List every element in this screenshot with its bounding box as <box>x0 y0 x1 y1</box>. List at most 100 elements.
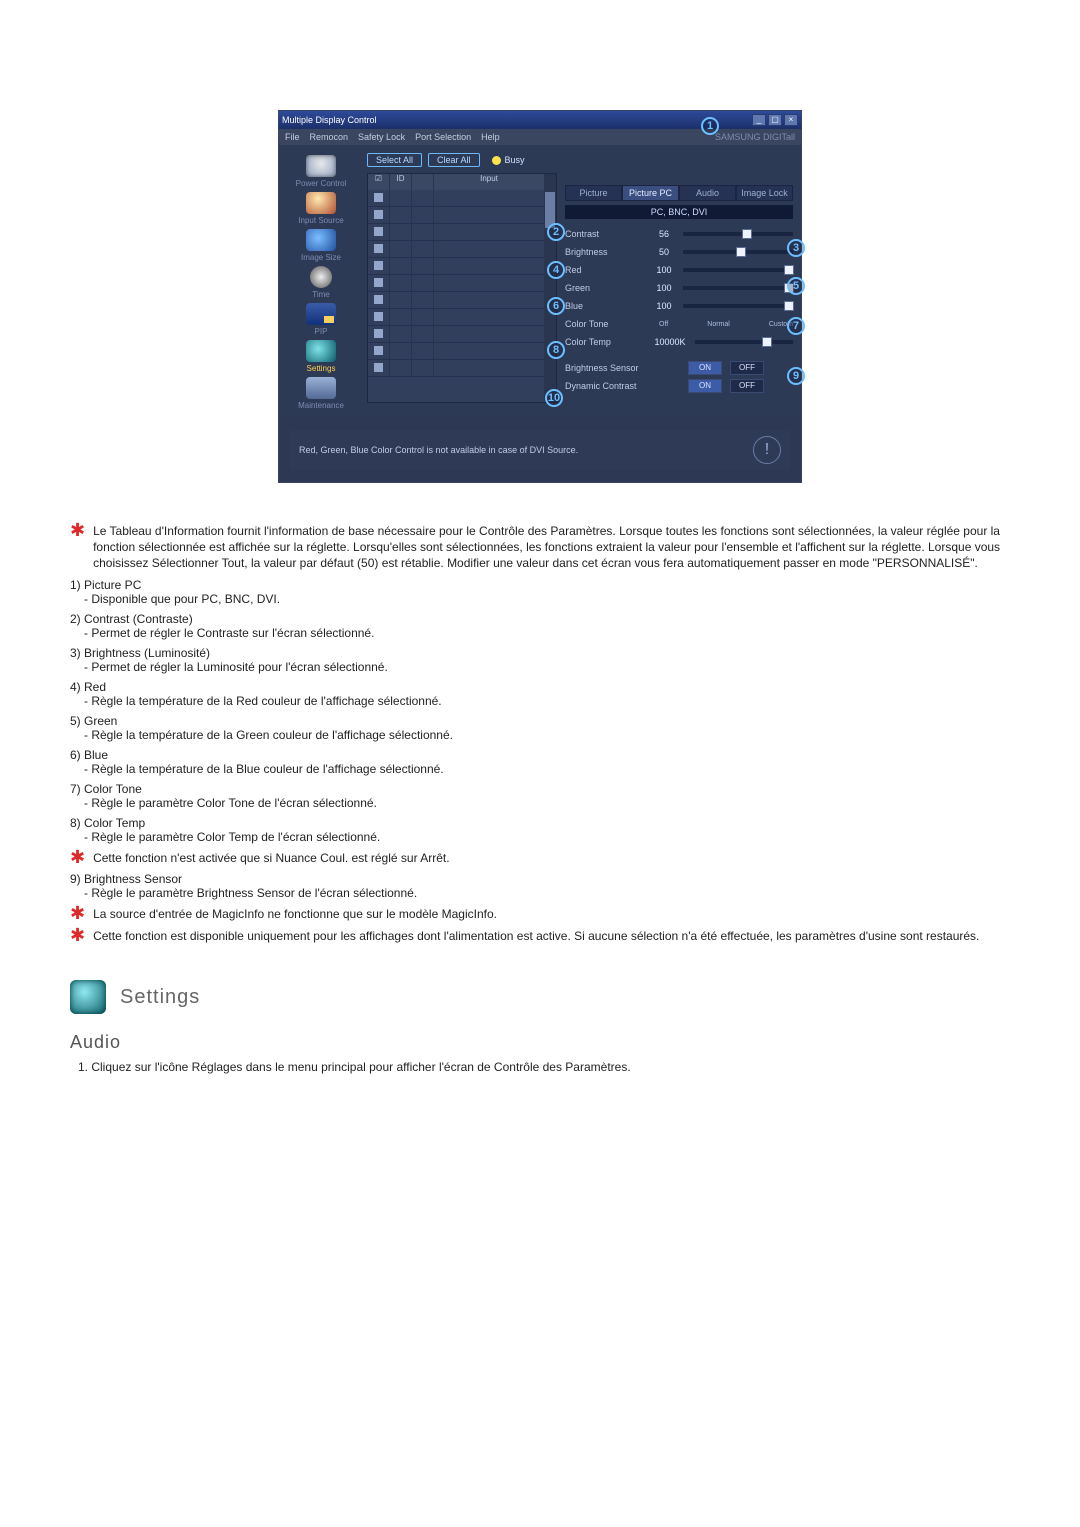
callout-8: 8 <box>547 341 565 359</box>
app-title: Multiple Display Control <box>282 115 377 125</box>
row-contrast: Contrast 56 <box>565 225 793 243</box>
list-row[interactable] <box>368 292 544 309</box>
callout-10: 10 <box>545 389 563 407</box>
sidebar-item-power[interactable]: Power Control <box>285 155 357 188</box>
row-red: Red 100 <box>565 261 793 279</box>
sidebar-item-input[interactable]: Input Source <box>285 192 357 225</box>
window-close-icon[interactable]: × <box>784 114 798 126</box>
power-icon <box>306 155 336 177</box>
input-source-icon <box>306 192 336 214</box>
colortemp-slider[interactable] <box>695 340 793 344</box>
row-brightness: Brightness 50 <box>565 243 793 261</box>
scrollbar[interactable] <box>544 174 556 402</box>
brand-label: SAMSUNG DIGITall <box>715 132 795 142</box>
list-row[interactable] <box>368 258 544 275</box>
item-label: 9) Brightness Sensor <box>70 872 1010 886</box>
list-row[interactable] <box>368 309 544 326</box>
display-list: ☑ ID Input <box>367 173 557 403</box>
callout-2: 2 <box>547 223 565 241</box>
col-check[interactable]: ☑ <box>368 174 390 190</box>
image-size-icon <box>306 229 336 251</box>
col-id: ID <box>390 174 412 190</box>
brightness-slider[interactable] <box>683 250 793 254</box>
row-blue: Blue 100 <box>565 297 793 315</box>
star-icon: ✱ <box>70 850 85 866</box>
tab-picture-pc[interactable]: Picture PC <box>622 185 679 201</box>
dcontrast-on-button[interactable]: ON <box>688 379 722 393</box>
info-icon: ! <box>753 436 781 464</box>
item-desc: Règle le paramètre Brightness Sensor de … <box>84 886 1010 900</box>
contrast-slider[interactable] <box>683 232 793 236</box>
list-row[interactable] <box>368 224 544 241</box>
list-row[interactable] <box>368 275 544 292</box>
item-label: 5) Green <box>70 714 1010 728</box>
settings-heading: Settings <box>120 986 200 1009</box>
row-colortemp: Color Temp 10000K <box>565 333 793 351</box>
star-icon: ✱ <box>70 906 85 922</box>
busy-dot-icon <box>492 156 501 165</box>
star-icon: ✱ <box>70 928 85 944</box>
tab-picture[interactable]: Picture <box>565 185 622 201</box>
note-paragraph: Cette fonction n'est activée que si Nuan… <box>93 850 449 866</box>
green-slider[interactable] <box>683 286 793 290</box>
sidebar-item-pip[interactable]: PIP <box>285 303 357 336</box>
note-paragraph: La source d'entrée de MagicInfo ne fonct… <box>93 906 497 922</box>
callout-7: 7 <box>787 317 805 335</box>
settings-tabs: Picture Picture PC Audio Image Lock <box>565 185 793 201</box>
list-row[interactable] <box>368 241 544 258</box>
tab-audio[interactable]: Audio <box>679 185 736 201</box>
item-label: 1) Picture PC <box>70 578 1010 592</box>
list-row[interactable] <box>368 326 544 343</box>
app-window: Multiple Display Control _ ▢ × File Remo… <box>278 110 802 483</box>
list-row[interactable] <box>368 207 544 224</box>
callout-1: 1 <box>701 117 719 135</box>
audio-step-1: 1. Cliquez sur l'icône Réglages dans le … <box>78 1059 1010 1075</box>
menu-item[interactable]: Remocon <box>310 132 349 142</box>
maintenance-icon <box>306 377 336 399</box>
star-icon: ✱ <box>70 523 85 572</box>
note-bar: Red, Green, Blue Color Control is not av… <box>289 430 791 470</box>
row-brightness-sensor: Brightness Sensor ON OFF <box>565 359 793 377</box>
menu-item[interactable]: File <box>285 132 300 142</box>
sidebar: Power Control Input Source Image Size Ti… <box>279 145 363 416</box>
dcontrast-off-button[interactable]: OFF <box>730 379 764 393</box>
sidebar-item-imagesize[interactable]: Image Size <box>285 229 357 262</box>
item-desc: Règle la température de la Blue couleur … <box>84 762 1010 776</box>
item-label: 3) Brightness (Luminosité) <box>70 646 1010 660</box>
list-rows <box>368 190 544 402</box>
busy-indicator: Busy <box>492 155 525 165</box>
colortone-control[interactable]: Off Normal Custom <box>659 321 793 328</box>
menu-item[interactable]: Help <box>481 132 500 142</box>
bsensor-off-button[interactable]: OFF <box>730 361 764 375</box>
audio-heading: Audio <box>70 1032 1010 1053</box>
item-desc: Règle le paramètre Color Tone de l'écran… <box>84 796 1010 810</box>
menu-item[interactable]: Port Selection <box>415 132 471 142</box>
bsensor-on-button[interactable]: ON <box>688 361 722 375</box>
item-desc: Règle la température de la Red couleur d… <box>84 694 1010 708</box>
main-panel: Select All Clear All Busy ☑ ID Input <box>363 145 801 416</box>
settings-section-icon <box>70 980 106 1014</box>
red-slider[interactable] <box>683 268 793 272</box>
note-paragraph: Cette fonction est disponible uniquement… <box>93 928 979 944</box>
window-minimize-icon[interactable]: _ <box>752 114 766 126</box>
list-row[interactable] <box>368 190 544 207</box>
list-row[interactable] <box>368 360 544 377</box>
select-all-button[interactable]: Select All <box>367 153 422 167</box>
item-desc: Permet de régler la Luminosité pour l'éc… <box>84 660 1010 674</box>
sidebar-item-maintenance[interactable]: Maintenance <box>285 377 357 410</box>
sidebar-item-time[interactable]: Time <box>285 266 357 299</box>
intro-paragraph: Le Tableau d'Information fournit l'infor… <box>93 523 1010 572</box>
menu-item[interactable]: Safety Lock <box>358 132 405 142</box>
mode-banner: PC, BNC, DVI <box>565 205 793 219</box>
callout-6: 6 <box>547 297 565 315</box>
section-heading-settings: Settings <box>70 980 1010 1014</box>
list-row[interactable] <box>368 343 544 360</box>
sidebar-item-settings[interactable]: Settings <box>285 340 357 373</box>
list-header: ☑ ID Input <box>368 174 544 190</box>
clear-all-button[interactable]: Clear All <box>428 153 480 167</box>
menubar: File Remocon Safety Lock Port Selection … <box>279 129 801 145</box>
callout-5: 5 <box>787 277 805 295</box>
window-maximize-icon[interactable]: ▢ <box>768 114 782 126</box>
blue-slider[interactable] <box>683 304 793 308</box>
tab-image-lock[interactable]: Image Lock <box>736 185 793 201</box>
